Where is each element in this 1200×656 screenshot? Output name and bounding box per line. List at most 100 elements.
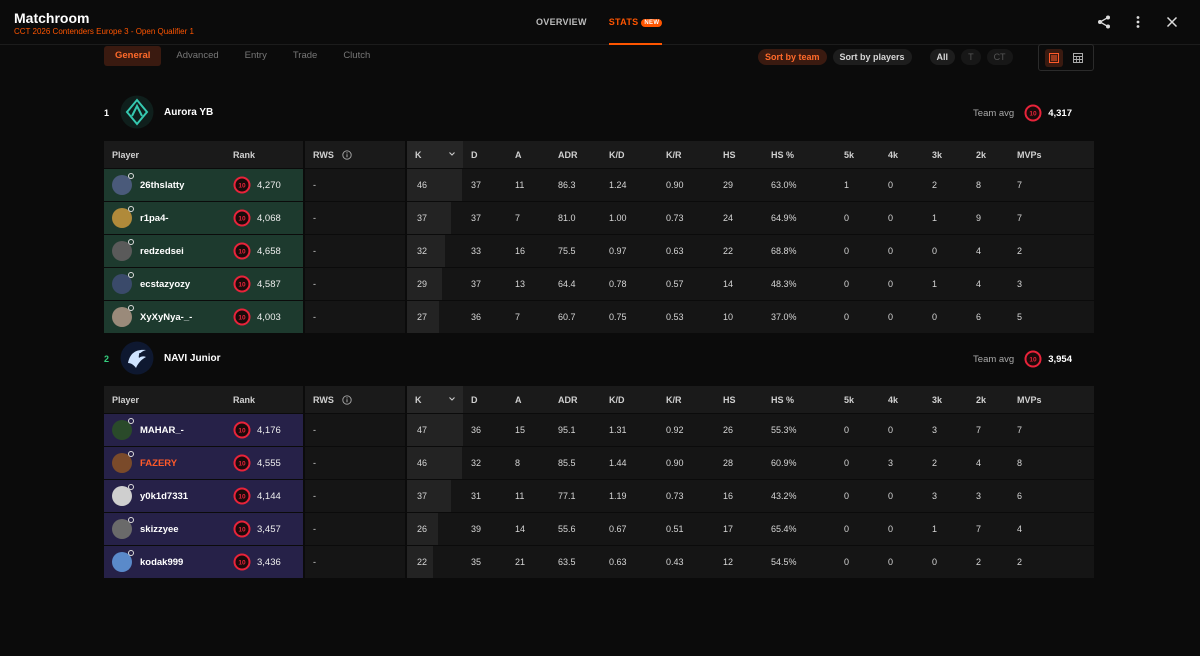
kr-cell: 0.57 bbox=[658, 267, 715, 300]
player-name[interactable]: XyXyNya-_- bbox=[140, 312, 192, 323]
tab-overview[interactable]: OVERVIEW bbox=[536, 17, 587, 27]
table-row[interactable]: r1pa4- 10 4,068-37 37 7 81.0 1.00 0.73 24 64.9% 0 0… bbox=[104, 201, 1094, 234]
player-cell[interactable]: ecstazyozy bbox=[104, 267, 225, 300]
grid-view-button[interactable] bbox=[1069, 49, 1087, 67]
player-cell[interactable]: MAHAR_- bbox=[104, 413, 225, 446]
col-4k[interactable]: 4k bbox=[880, 386, 924, 413]
col-5k[interactable]: 5k bbox=[836, 386, 880, 413]
col-kd[interactable]: K/D bbox=[601, 141, 658, 168]
avatar[interactable] bbox=[112, 239, 134, 261]
sort-controls: Sort by team Sort by players All T CT bbox=[758, 49, 1013, 65]
skill-level-text: 10 bbox=[1030, 111, 1038, 118]
col-deaths[interactable]: D bbox=[463, 141, 507, 168]
col-adr[interactable]: ADR bbox=[550, 141, 601, 168]
hs-percent-cell: 37.0% bbox=[763, 300, 836, 333]
player-name[interactable]: MAHAR_- bbox=[140, 425, 184, 436]
table-row[interactable]: kodak999 10 3,436-22 35 21 63.5 0.63 0.43 12 54.5… bbox=[104, 545, 1094, 578]
player-name[interactable]: 26thslatty bbox=[140, 180, 184, 191]
4k-cell: 0 bbox=[880, 300, 924, 333]
subtab-clutch[interactable]: Clutch bbox=[332, 46, 381, 66]
avatar[interactable] bbox=[112, 206, 134, 228]
avatar[interactable] bbox=[112, 305, 134, 327]
player-cell[interactable]: skizzyee bbox=[104, 512, 225, 545]
player-cell[interactable]: XyXyNya-_- bbox=[104, 300, 225, 333]
more-vertical-icon[interactable] bbox=[1130, 14, 1146, 30]
avatar[interactable] bbox=[112, 418, 134, 440]
team-logo-icon[interactable] bbox=[120, 341, 154, 375]
col-4k[interactable]: 4k bbox=[880, 141, 924, 168]
col-hs[interactable]: HS bbox=[715, 141, 763, 168]
player-name[interactable]: redzedsei bbox=[140, 246, 184, 257]
col-kills-sort[interactable]: K bbox=[407, 386, 463, 413]
col-hs-percent[interactable]: HS % bbox=[763, 386, 836, 413]
player-cell[interactable]: redzedsei bbox=[104, 234, 225, 267]
table-row[interactable]: y0k1d7331 10 4,144 -37 31 11 77.1 1.19 0.73 16 43.… bbox=[104, 479, 1094, 512]
table-row[interactable]: skizzyee 10 3,457-26 39 14 55.6 0.67 0.51 17 65.4… bbox=[104, 512, 1094, 545]
col-deaths[interactable]: D bbox=[463, 386, 507, 413]
avatar[interactable] bbox=[112, 550, 134, 572]
col-adr[interactable]: ADR bbox=[550, 386, 601, 413]
table-row[interactable]: ecstazyozy 10 4,587-29 37 13 64.4 0.78 0.57 14 48… bbox=[104, 267, 1094, 300]
team-name[interactable]: Aurora YB bbox=[164, 107, 213, 118]
team-logo-icon[interactable] bbox=[120, 95, 154, 129]
avatar[interactable] bbox=[112, 484, 134, 506]
sort-by-players-button[interactable]: Sort by players bbox=[832, 49, 912, 65]
subtab-trade[interactable]: Trade bbox=[282, 46, 328, 66]
col-kr[interactable]: K/R bbox=[658, 386, 715, 413]
col-kills-sort[interactable]: K bbox=[407, 141, 463, 168]
side-filter-all[interactable]: All bbox=[929, 49, 956, 65]
side-filter-ct[interactable]: CT bbox=[986, 49, 1013, 65]
share-icon[interactable] bbox=[1096, 14, 1112, 30]
subtab-general[interactable]: General bbox=[104, 46, 162, 66]
player-cell[interactable]: 26thslatty bbox=[104, 168, 225, 201]
col-2k[interactable]: 2k bbox=[968, 386, 1009, 413]
col-kr[interactable]: K/R bbox=[658, 141, 715, 168]
col-mvps[interactable]: MVPs bbox=[1009, 141, 1094, 168]
col-5k[interactable]: 5k bbox=[836, 141, 880, 168]
hs-percent-cell: 55.3% bbox=[763, 413, 836, 446]
col-kd[interactable]: K/D bbox=[601, 386, 658, 413]
avatar[interactable] bbox=[112, 517, 134, 539]
col-3k[interactable]: 3k bbox=[924, 386, 968, 413]
col-2k[interactable]: 2k bbox=[968, 141, 1009, 168]
info-icon[interactable] bbox=[342, 149, 352, 160]
table-row[interactable]: FAZERY 10 4,555-46 32 8 85.5 1.44 0.90 28 60.9% 0 3… bbox=[104, 446, 1094, 479]
assists-cell: 16 bbox=[507, 234, 550, 267]
table-row[interactable]: 26thslatty 10 4,270 -46 37 11 86.3 1.24 0.90 29 63… bbox=[104, 168, 1094, 201]
team-name[interactable]: NAVI Junior bbox=[164, 353, 220, 364]
avatar[interactable] bbox=[112, 451, 134, 473]
player-cell[interactable]: kodak999 bbox=[104, 545, 225, 578]
player-name[interactable]: FAZERY bbox=[140, 458, 177, 469]
list-view-button[interactable] bbox=[1045, 48, 1063, 67]
col-rws[interactable]: RWS bbox=[305, 141, 407, 168]
event-subtitle[interactable]: CCT 2026 Contenders Europe 3 - Open Qual… bbox=[14, 27, 194, 36]
avatar[interactable] bbox=[112, 272, 134, 294]
col-rws[interactable]: RWS bbox=[305, 386, 407, 413]
info-icon[interactable] bbox=[342, 394, 352, 405]
player-cell[interactable]: y0k1d7331 bbox=[104, 479, 225, 512]
col-hs[interactable]: HS bbox=[715, 386, 763, 413]
subtab-entry[interactable]: Entry bbox=[234, 46, 278, 66]
avatar[interactable] bbox=[112, 173, 134, 195]
col-assists[interactable]: A bbox=[507, 386, 550, 413]
player-name[interactable]: y0k1d7331 bbox=[140, 491, 188, 502]
player-name[interactable]: skizzyee bbox=[140, 524, 179, 535]
side-filter-t[interactable]: T bbox=[961, 49, 981, 65]
table-row[interactable]: XyXyNya-_- 10 4,003-27 36 7 60.7 0.75 0.53 10 37.… bbox=[104, 300, 1094, 333]
close-icon[interactable] bbox=[1164, 14, 1180, 30]
player-name[interactable]: kodak999 bbox=[140, 557, 183, 568]
table-row[interactable]: redzedsei 10 4,658 -32 33 16 75.5 0.97 0.63 22 68.… bbox=[104, 234, 1094, 267]
player-name[interactable]: r1pa4- bbox=[140, 213, 169, 224]
col-mvps[interactable]: MVPs bbox=[1009, 386, 1094, 413]
subtab-advanced[interactable]: Advanced bbox=[165, 46, 229, 66]
table-row[interactable]: MAHAR_- 10 4,176 -47 36 15 95.1 1.31 0.92 26 55.3%… bbox=[104, 413, 1094, 446]
sort-by-team-button[interactable]: Sort by team bbox=[758, 49, 827, 65]
rank-cell: 10 3,436 bbox=[225, 545, 305, 578]
tab-stats[interactable]: STATS NEW bbox=[608, 17, 663, 45]
col-hs-percent[interactable]: HS % bbox=[763, 141, 836, 168]
player-cell[interactable]: FAZERY bbox=[104, 446, 225, 479]
player-name[interactable]: ecstazyozy bbox=[140, 279, 190, 290]
player-cell[interactable]: r1pa4- bbox=[104, 201, 225, 234]
col-3k[interactable]: 3k bbox=[924, 141, 968, 168]
col-assists[interactable]: A bbox=[507, 141, 550, 168]
